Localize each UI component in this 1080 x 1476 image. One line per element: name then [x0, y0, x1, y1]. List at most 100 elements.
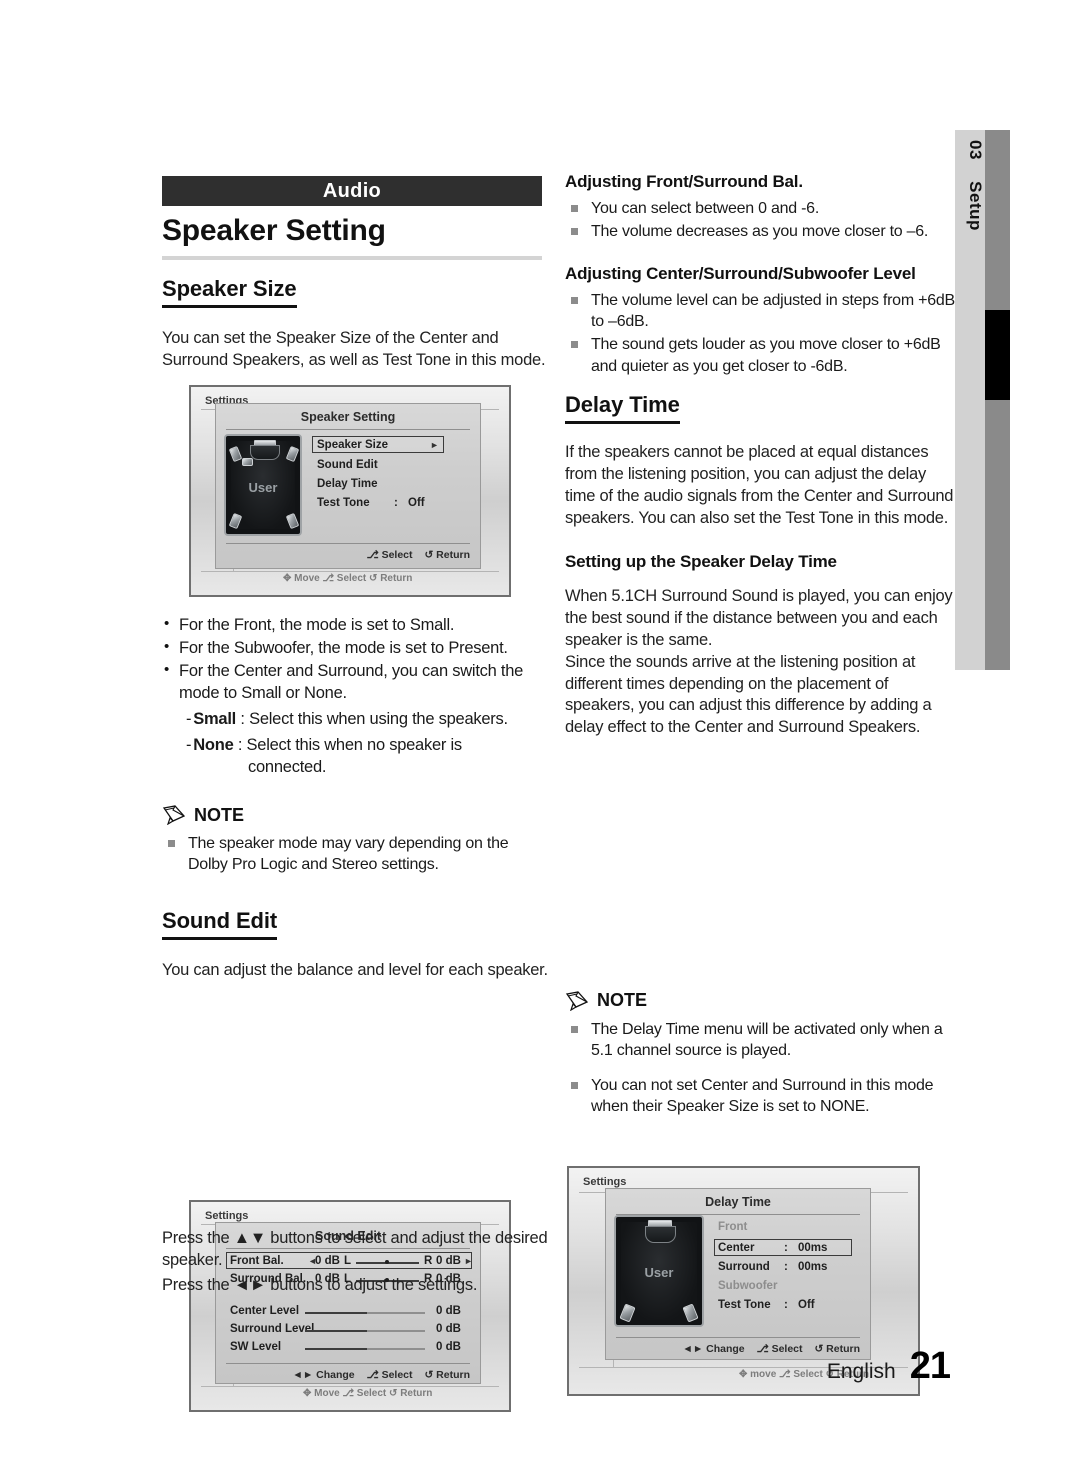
- menu-item-test-tone-sep: :: [394, 497, 398, 509]
- menu-item-test-tone-value: Off: [408, 497, 425, 509]
- dialog-delay-time: Delay Time User Front Center : 00ms Surr…: [605, 1188, 871, 1360]
- sub-item-none: - None : Select this when no speaker is: [162, 735, 548, 757]
- chevron-right-icon: ►: [430, 440, 439, 450]
- row-label: Center Level: [230, 1305, 300, 1317]
- menu-item-label: Surround: [718, 1261, 770, 1273]
- screenshot-divider: [201, 1386, 499, 1387]
- menu-item-label: Sound Edit: [317, 459, 378, 471]
- speaker-room-graphic: User: [614, 1215, 704, 1327]
- row-center-level[interactable]: Center Level: [230, 1305, 299, 1317]
- row-center-level-value: 0 dB: [436, 1305, 461, 1317]
- row-label: SW Level: [230, 1341, 282, 1353]
- delay-time-intro: If the speakers cannot be placed at equa…: [565, 443, 954, 527]
- row-surround-level-value: 0 dB: [436, 1323, 461, 1335]
- sub-item-text: Select this when using the speakers.: [249, 709, 508, 728]
- menu-item-center[interactable]: Center: [718, 1242, 754, 1254]
- menu-item-test-tone[interactable]: Test Tone: [317, 497, 370, 509]
- speaker-size-notes: The speaker mode may vary depending on t…: [162, 833, 548, 875]
- dialog-title: Speaker Setting: [300, 410, 396, 424]
- dialog-footer-rule: [226, 1363, 470, 1364]
- row-surround-level[interactable]: Surround Level: [230, 1323, 314, 1335]
- page-title: Speaker Setting: [162, 214, 386, 247]
- menu-item-front: Front: [718, 1221, 747, 1233]
- hint-select: ⎇ Select: [366, 1369, 413, 1381]
- tv-icon: [645, 1226, 676, 1243]
- delay-time-body-1: When 5.1CH Surround Sound is played, you…: [565, 586, 953, 649]
- menu-item-surround[interactable]: Surround: [718, 1261, 770, 1273]
- sound-edit-heading-wrap: Sound Edit: [162, 908, 548, 940]
- screenshot-ghost-footer: ✥ Move ⎇ Select ↺ Return: [303, 1388, 433, 1399]
- menu-item-label: Delay Time: [317, 478, 378, 490]
- footer-language: English: [826, 1360, 896, 1383]
- speaker-size-intro: You can set the Speaker Size of the Cent…: [162, 329, 546, 369]
- row-sw-level-value: 0 dB: [436, 1341, 461, 1353]
- menu-item-label: Test Tone: [718, 1299, 771, 1311]
- sub-item-small: - Small : Select this when using the spea…: [162, 709, 548, 731]
- menu-item-delay-time[interactable]: Delay Time: [317, 478, 378, 490]
- menu-item-sound-edit[interactable]: Sound Edit: [317, 459, 378, 471]
- hint-change: ◄► Change: [292, 1369, 355, 1381]
- front-surround-notes: You can select between 0 and -6. The vol…: [565, 198, 960, 242]
- screenshot-speaker-setting: Settings ✥ Move ⎇ Select ↺ Return Speake…: [189, 385, 511, 597]
- menu-item-subwoofer: Subwoofer: [718, 1280, 777, 1292]
- note-header: NOTE: [565, 990, 960, 1011]
- menu-item-test-tone-value: Off: [798, 1299, 815, 1311]
- section-tab-marker: [985, 310, 1010, 400]
- note-header: NOTE: [162, 805, 548, 826]
- menu-item-label: Center: [718, 1242, 755, 1254]
- list-item: You can not set Center and Surround in t…: [565, 1075, 960, 1117]
- menu-item-test-tone[interactable]: Test Tone: [718, 1299, 771, 1311]
- tv-icon: [250, 445, 280, 460]
- sub-item-sep: :: [240, 709, 245, 728]
- footer-page-number: 21: [909, 1345, 951, 1387]
- list-item: The volume level can be adjusted in step…: [565, 290, 960, 332]
- note-label: NOTE: [194, 804, 245, 825]
- sub-item-dash: -: [186, 735, 192, 754]
- hint-select: ⎇ Select: [756, 1343, 803, 1355]
- list-item: For the Subwoofer, the mode is set to Pr…: [162, 637, 548, 660]
- screenshot-divider: [201, 571, 499, 572]
- menu-item-center-sep: :: [784, 1242, 788, 1254]
- delay-time-sub-heading: Setting up the Speaker Delay Time: [565, 551, 837, 571]
- menu-item-surround-sep: :: [784, 1261, 788, 1273]
- dialog-title-rule: [226, 429, 470, 430]
- sound-edit-after-text-2: Press the ◄► buttons to adjust the setti…: [162, 1275, 478, 1294]
- list-item: For the Front, the mode is set to Small.: [162, 614, 548, 637]
- menu-item-center-value: 00ms: [798, 1242, 828, 1254]
- menu-item-label: Speaker Size: [317, 439, 388, 451]
- dialog-title: Delay Time: [705, 1195, 771, 1209]
- section-tab-bar: [985, 130, 1010, 670]
- note-label: NOTE: [597, 990, 648, 1010]
- menu-item-surround-value: 00ms: [798, 1261, 828, 1273]
- category-banner: Audio: [162, 176, 542, 206]
- sub-item-term: None: [193, 735, 234, 754]
- menu-item-test-tone-sep: :: [784, 1299, 788, 1311]
- hint-select: ⎇ Select: [366, 549, 413, 561]
- page-title-rule: [162, 256, 542, 260]
- dialog-footer-rule: [226, 543, 470, 544]
- dialog-footer-hints: ◄► Change ⎇ Select ↺ Return: [283, 1369, 470, 1381]
- list-item: You can select between 0 and -6.: [565, 198, 960, 219]
- sub-item-none-cont: connected.: [248, 757, 327, 776]
- hint-return: ↺ Return: [424, 549, 470, 561]
- screenshot-ghost-footer: ✥ Move ⎇ Select ↺ Return: [283, 573, 413, 584]
- menu-item-speaker-size[interactable]: Speaker Size: [317, 439, 388, 451]
- page-footer: English 21: [826, 1345, 951, 1388]
- dialog-footer-hints: ⎇ Select ↺ Return: [358, 549, 470, 561]
- speaker-size-heading: Speaker Size: [162, 276, 297, 308]
- sub-item-dash: -: [186, 709, 192, 728]
- delay-time-heading: Delay Time: [565, 392, 680, 424]
- sound-edit-after-text-1: Press the ▲▼ buttons to select and adjus…: [162, 1229, 548, 1269]
- sound-edit-intro: You can adjust the balance and level for…: [162, 961, 548, 979]
- center-level-heading: Adjusting Center/Surround/Subwoofer Leve…: [565, 264, 916, 284]
- sub-item-text: Select this when no speaker is: [246, 735, 463, 754]
- front-surround-heading: Adjusting Front/Surround Bal.: [565, 172, 803, 191]
- list-item: The speaker mode may vary depending on t…: [162, 833, 548, 875]
- pencil-icon: [565, 990, 589, 1011]
- section-tab-number: 03: [966, 140, 985, 160]
- menu-item-label: Front: [718, 1221, 748, 1233]
- center-level-fill: [305, 1312, 367, 1314]
- sub-item-term: Small: [193, 709, 237, 728]
- dialog-footer-rule: [616, 1337, 860, 1338]
- row-sw-level[interactable]: SW Level: [230, 1341, 281, 1353]
